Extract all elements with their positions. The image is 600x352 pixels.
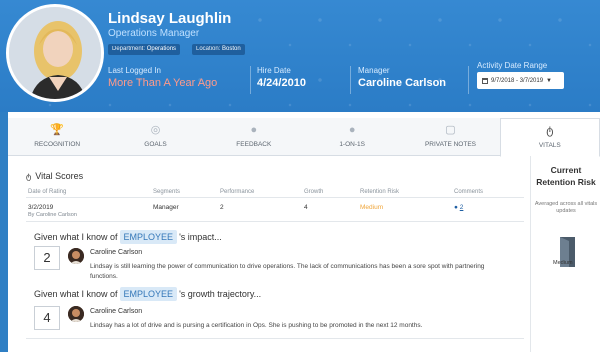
department-badge: Department: Operations bbox=[108, 44, 181, 55]
rater-avatar bbox=[68, 248, 84, 264]
question-prefix: Given what I know of bbox=[34, 289, 118, 299]
location-value: Boston bbox=[222, 46, 241, 52]
caret-down-icon: ▼ bbox=[546, 77, 552, 84]
activity-range-label: Activity Date Range bbox=[477, 61, 548, 70]
tab-feedback[interactable]: ● FEEDBACK bbox=[205, 118, 303, 155]
question-suffix: 's growth trajectory... bbox=[179, 289, 262, 299]
manager-value: Caroline Carlson bbox=[358, 77, 447, 89]
stethoscope-icon: ტ bbox=[26, 171, 32, 181]
retention-risk-title: Current Retention Risk bbox=[536, 165, 596, 187]
profile-title: Operations Manager bbox=[108, 28, 200, 39]
last-login-value: More Than A Year Ago bbox=[108, 77, 218, 89]
question-prefix: Given what I know of bbox=[34, 232, 118, 242]
department-label: Department: bbox=[112, 46, 146, 52]
divider bbox=[26, 221, 524, 222]
profile-header: Lindsay Laughlin Operations Manager Depa… bbox=[0, 0, 600, 112]
rating-date: 3/2/2019 bbox=[28, 204, 54, 211]
last-login-label: Last Logged In bbox=[108, 66, 161, 75]
divider bbox=[350, 66, 351, 94]
column-header: Retention Risk bbox=[360, 189, 400, 195]
profile-card: 🏆 RECOGNITION ◎ GOALS ● FEEDBACK ● 1-ON-… bbox=[8, 112, 600, 352]
activity-range-dropdown[interactable]: 9/7/2018 - 3/7/2019 ▼ bbox=[477, 72, 564, 89]
segment-value: Manager bbox=[153, 204, 179, 211]
comments-link[interactable]: ● 2 bbox=[454, 204, 463, 211]
rater-name: Caroline Carlson bbox=[90, 249, 143, 256]
divider bbox=[26, 338, 524, 339]
tab-label: VITALS bbox=[538, 142, 561, 149]
rater-name: Caroline Carlson bbox=[90, 308, 143, 315]
vital-scores-heading: ტ Vital Scores bbox=[26, 171, 83, 181]
question-suffix: 's impact... bbox=[179, 232, 222, 242]
trophy-icon: 🏆 bbox=[50, 124, 65, 136]
profile-avatar bbox=[6, 4, 104, 102]
divider bbox=[26, 197, 524, 198]
location-label: Location: bbox=[196, 46, 221, 52]
rating-by: By Caroline Carlson bbox=[28, 212, 77, 218]
column-header: Segments bbox=[153, 189, 181, 195]
rater-avatar bbox=[68, 306, 84, 322]
column-header: Performance bbox=[220, 189, 255, 195]
growth-value: 4 bbox=[304, 204, 308, 211]
department-value: Operations bbox=[146, 46, 177, 52]
column-header: Growth bbox=[304, 189, 324, 195]
tab-recognition[interactable]: 🏆 RECOGNITION bbox=[8, 118, 106, 155]
chat-bubbles-icon: ● bbox=[348, 124, 356, 136]
note-icon: ▢ bbox=[445, 124, 456, 136]
tab-label: FEEDBACK bbox=[236, 141, 272, 148]
comments-count: 2 bbox=[459, 204, 464, 211]
question-growth: Given what I know of EMPLOYEE 's growth … bbox=[34, 287, 261, 301]
tab-label: PRIVATE NOTES bbox=[424, 141, 476, 148]
retention-risk-level: Medium bbox=[553, 260, 573, 266]
tab-private-notes[interactable]: ▢ PRIVATE NOTES bbox=[401, 118, 499, 155]
comments-icon: ● bbox=[454, 204, 458, 211]
retention-risk-panel: Current Retention Risk Averaged across a… bbox=[530, 156, 600, 352]
performance-value: 2 bbox=[220, 204, 224, 211]
divider bbox=[468, 66, 469, 94]
vital-scores-title: Vital Scores bbox=[35, 171, 84, 181]
tab-label: GOALS bbox=[144, 141, 167, 148]
tab-bar: 🏆 RECOGNITION ◎ GOALS ● FEEDBACK ● 1-ON-… bbox=[8, 118, 600, 157]
column-header: Date of Rating bbox=[28, 189, 67, 195]
target-icon: ◎ bbox=[150, 124, 161, 136]
retention-risk-subtitle: Averaged across all vitals updates bbox=[534, 201, 598, 214]
column-header: Comments bbox=[454, 189, 484, 195]
score-box: 2 bbox=[34, 246, 60, 270]
hire-date-label: Hire Date bbox=[257, 66, 291, 75]
tab-one-on-ones[interactable]: ● 1-ON-1S bbox=[303, 118, 401, 155]
calendar-icon bbox=[482, 77, 488, 84]
stethoscope-icon: ტ bbox=[546, 125, 554, 137]
employee-tag: EMPLOYEE bbox=[119, 287, 178, 301]
rater-comment: Lindsay has a lot of drive and is pursin… bbox=[90, 322, 423, 329]
activity-range-value: 9/7/2018 - 3/7/2019 bbox=[491, 77, 544, 84]
tab-label: 1-ON-1S bbox=[339, 141, 365, 148]
rater-comment: Lindsay is still learning the power of c… bbox=[90, 263, 485, 280]
tab-label: RECOGNITION bbox=[34, 141, 81, 148]
profile-name: Lindsay Laughlin bbox=[108, 10, 232, 27]
tab-vitals[interactable]: ტ VITALS bbox=[499, 118, 600, 157]
employee-tag: EMPLOYEE bbox=[119, 230, 178, 244]
manager-label: Manager bbox=[358, 66, 390, 75]
location-badge: Location: Boston bbox=[192, 44, 245, 55]
hire-date-value: 4/24/2010 bbox=[257, 77, 306, 89]
question-impact: Given what I know of EMPLOYEE 's impact.… bbox=[34, 230, 222, 244]
retention-risk-value: Medium bbox=[360, 204, 384, 211]
divider bbox=[250, 66, 251, 94]
tab-goals[interactable]: ◎ GOALS bbox=[106, 118, 204, 155]
score-box: 4 bbox=[34, 306, 60, 330]
speech-bubble-icon: ● bbox=[250, 124, 258, 136]
